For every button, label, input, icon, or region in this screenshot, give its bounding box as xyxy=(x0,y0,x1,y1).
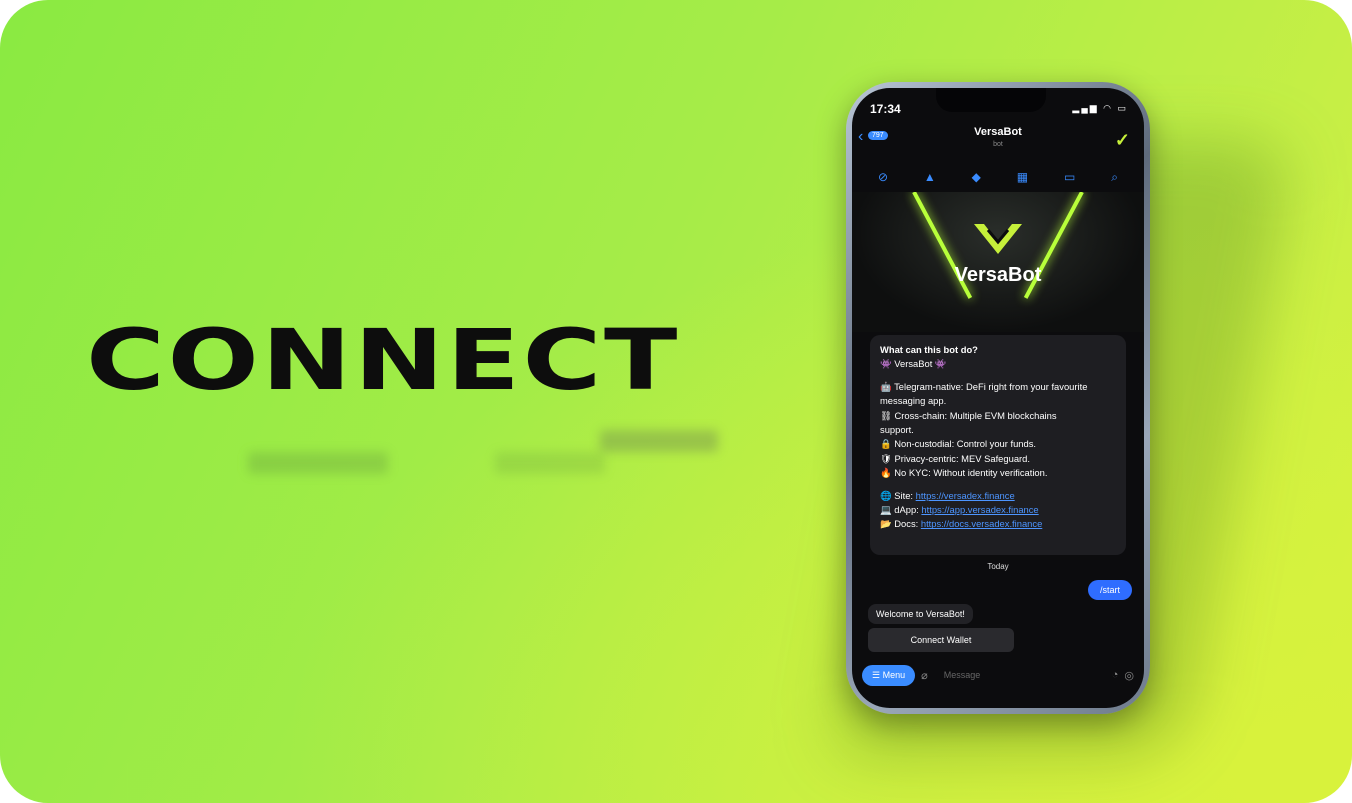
gift-icon[interactable]: ▲ xyxy=(924,170,936,184)
site-label: 🌐 Site: xyxy=(880,489,916,501)
dapp-label: 💻 dApp: xyxy=(880,504,922,516)
dapp-link[interactable]: https://app.versadex.finance xyxy=(921,504,1038,515)
description-name: 👾 VersaBot 👾 xyxy=(880,358,947,370)
chat-subtitle: bot xyxy=(993,141,1003,148)
menu-button[interactable]: ☰ Menu xyxy=(862,664,916,686)
welcome-message: Welcome to VersaBot! xyxy=(868,604,973,624)
attach-icon[interactable]: ⌀ xyxy=(921,669,928,682)
sticker-icon[interactable]: ◔ xyxy=(1112,669,1119,681)
docs-link[interactable]: https://docs.versadex.finance xyxy=(921,518,1042,529)
chat-title: VersaBot xyxy=(974,126,1022,138)
headline: CONNECT xyxy=(86,311,680,409)
blurred-text xyxy=(600,430,718,452)
chat-toolbar: ⊘ ▲ ◆ ▦ ▭ ⌕ xyxy=(852,162,1144,192)
media-icon[interactable]: ▭ xyxy=(1064,170,1075,184)
message-bar: ☰ Menu ⌀ Message ◔ ◎ xyxy=(862,662,1134,688)
mute-icon[interactable]: ⊘ xyxy=(878,170,888,184)
dapp-link-row: 💻 dApp: https://app.versadex.finance xyxy=(880,503,1116,517)
mic-icon[interactable]: ◎ xyxy=(1124,669,1134,682)
search-icon[interactable]: ⌕ xyxy=(1111,170,1118,185)
bot-avatar-icon[interactable]: ✓ xyxy=(1115,130,1130,151)
description-line: ⛓ Cross-chain: Multiple EVM blockchains xyxy=(880,409,1057,421)
banner-brand: VersaBot xyxy=(954,264,1042,286)
blurred-text xyxy=(495,452,605,474)
notch xyxy=(936,88,1046,112)
description-question: What can this bot do? xyxy=(880,344,978,355)
versabot-logo-icon xyxy=(974,224,1022,254)
site-link-row: 🌐 Site: https://versadex.finance xyxy=(880,489,1116,503)
docs-link-row: 📂 Docs: https://docs.versadex.finance xyxy=(880,517,1116,531)
drop-icon[interactable]: ◆ xyxy=(972,170,981,184)
description-line: 🤖 Telegram-native: DeFi right from your … xyxy=(880,380,1088,392)
bot-description: What can this bot do? 👾 VersaBot 👾 🤖 Tel… xyxy=(870,335,1126,555)
promo-card: CONNECT 17:34 ▂▄▆ ◠ ▭ ‹ 797 VersaBot bot… xyxy=(0,0,1352,803)
bot-banner: VersaBot xyxy=(852,192,1144,332)
date-separator: Today xyxy=(987,562,1009,571)
phone-mockup: 17:34 ▂▄▆ ◠ ▭ ‹ 797 VersaBot bot ✓ ⊘ ▲ ◆… xyxy=(846,82,1150,714)
grid-icon[interactable]: ▦ xyxy=(1017,170,1028,184)
description-line: 🔒 Non-custodial: Control your funds. xyxy=(880,438,1037,450)
description-line: support. xyxy=(880,424,914,436)
status-icons: ▂▄▆ ◠ ▭ xyxy=(1072,103,1128,113)
description-line: 🛡 Privacy-centric: MEV Safeguard. xyxy=(880,452,1030,464)
connect-wallet-button[interactable]: Connect Wallet xyxy=(868,628,1014,652)
site-link[interactable]: https://versadex.finance xyxy=(916,490,1015,501)
blurred-text xyxy=(248,452,388,474)
phone-screen: 17:34 ▂▄▆ ◠ ▭ ‹ 797 VersaBot bot ✓ ⊘ ▲ ◆… xyxy=(852,88,1144,708)
description-line: 🔥 No KYC: Without identity verification. xyxy=(880,467,1048,479)
start-message: /start xyxy=(1087,580,1132,600)
status-time: 17:34 xyxy=(870,102,901,116)
message-input[interactable]: Message xyxy=(934,670,1106,680)
description-line: messaging app. xyxy=(880,395,947,407)
docs-label: 📂 Docs: xyxy=(880,518,921,530)
